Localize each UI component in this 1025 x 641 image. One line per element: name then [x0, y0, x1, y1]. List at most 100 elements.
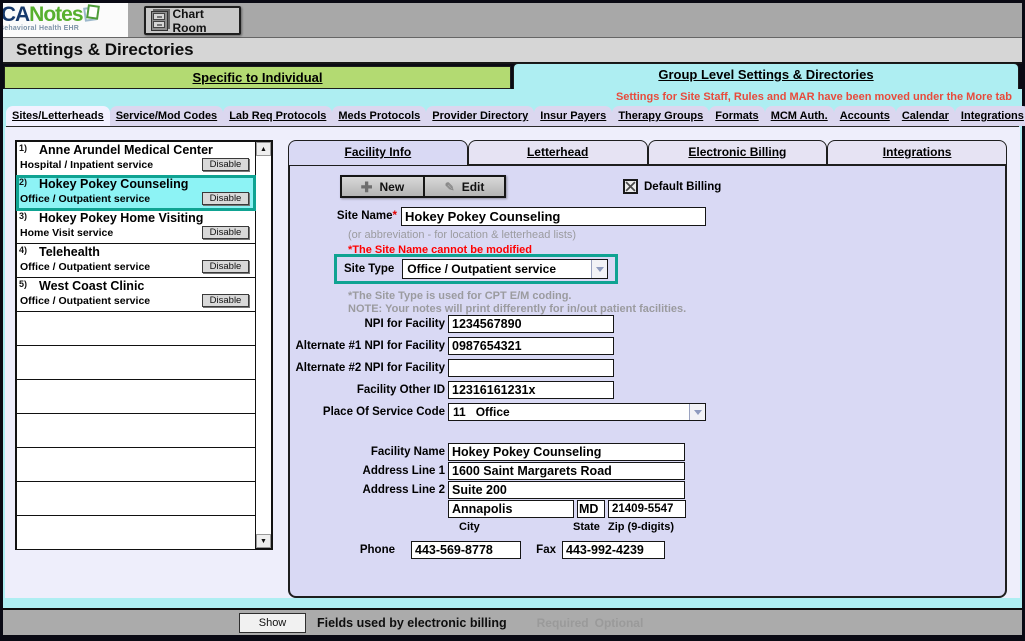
- disable-button[interactable]: Disable: [202, 226, 249, 239]
- site-name: Anne Arundel Medical Center: [39, 143, 213, 157]
- disable-button[interactable]: Disable: [202, 294, 249, 307]
- subtab-lab-req-protocols[interactable]: Lab Req Protocols: [223, 106, 332, 126]
- pos-code-dropdown[interactable]: 11 Office: [448, 403, 706, 421]
- site-type-highlight-box: Site Type Office / Outpatient service: [334, 254, 618, 284]
- default-billing-checkbox[interactable]: [623, 179, 638, 194]
- tab-integrations[interactable]: Integrations: [827, 140, 1007, 165]
- subtab-insur-payers[interactable]: Insur Payers: [534, 106, 612, 126]
- logo-text-ica: ICA: [3, 5, 29, 25]
- edit-button[interactable]: ✎Edit: [423, 177, 504, 196]
- subtab-meds-protocols[interactable]: Meds Protocols: [332, 106, 426, 126]
- state-input[interactable]: [577, 500, 605, 518]
- disable-button[interactable]: Disable: [202, 158, 249, 171]
- tab-electronic-billing[interactable]: Electronic Billing: [648, 140, 828, 165]
- show-button[interactable]: Show: [239, 613, 306, 633]
- optional-legend: Optional: [595, 616, 644, 630]
- phone-input[interactable]: [411, 541, 521, 559]
- default-billing-label: Default Billing: [644, 181, 721, 193]
- empty-site-row[interactable]: [17, 346, 255, 380]
- subtab-calendar[interactable]: Calendar: [896, 106, 955, 126]
- alt2-npi-input[interactable]: [448, 359, 614, 377]
- site-name: West Coast Clinic: [39, 279, 144, 293]
- facility-info-panel: ✚New ✎Edit Default Billing Site Name* (o…: [288, 164, 1007, 598]
- site-number: 3): [19, 211, 27, 221]
- tab-group-level-settings-label: Group Level Settings & Directories: [658, 67, 873, 82]
- subtab-service-mod-codes[interactable]: Service/Mod Codes: [110, 106, 223, 126]
- empty-site-row[interactable]: [17, 448, 255, 482]
- billing-fields-caption: Fields used by electronic billing: [317, 616, 507, 630]
- site-list-item-2-selected[interactable]: 2)Hokey Pokey Counseling Office / Outpat…: [17, 176, 255, 210]
- site-number: 1): [19, 143, 27, 153]
- address2-input[interactable]: [448, 481, 685, 499]
- site-list-scrollbar[interactable]: ▲ ▼: [255, 142, 271, 548]
- other-id-input[interactable]: [448, 381, 614, 399]
- disable-button[interactable]: Disable: [202, 192, 249, 205]
- site-type-value: Office / Outpatient service: [403, 262, 591, 276]
- documents-icon: [84, 5, 100, 22]
- zip-input[interactable]: [608, 500, 686, 518]
- empty-site-row[interactable]: [17, 482, 255, 516]
- empty-site-row[interactable]: [17, 312, 255, 346]
- chart-room-button[interactable]: Chart Room: [144, 6, 241, 35]
- subtab-formats[interactable]: Formats: [709, 106, 764, 126]
- chevron-down-icon[interactable]: [689, 404, 705, 420]
- subtab-provider-directory[interactable]: Provider Directory: [426, 106, 534, 126]
- empty-site-row[interactable]: [17, 414, 255, 448]
- site-number: 5): [19, 279, 27, 289]
- site-name: Hokey Pokey Home Visiting: [39, 211, 203, 225]
- site-service: Office / Outpatient service: [20, 261, 150, 273]
- chevron-down-icon[interactable]: [591, 260, 607, 278]
- sites-letterheads-page: 1)Anne Arundel Medical Center Hospital /…: [5, 127, 1020, 598]
- subtab-integrations[interactable]: Integrations: [955, 106, 1025, 126]
- facility-name-input[interactable]: [448, 443, 685, 461]
- subtab-therapy-groups[interactable]: Therapy Groups: [612, 106, 709, 126]
- subtab-mcm-auth[interactable]: MCM Auth.: [765, 106, 834, 126]
- site-list-item-1[interactable]: 1)Anne Arundel Medical Center Hospital /…: [17, 142, 255, 176]
- site-type-dropdown[interactable]: Office / Outpatient service: [402, 259, 608, 279]
- fax-label: Fax: [530, 544, 556, 556]
- disable-button[interactable]: Disable: [202, 260, 249, 273]
- subtab-strip: Sites/Letterheads Service/Mod Codes Lab …: [6, 104, 1019, 127]
- site-list-item-4[interactable]: 4)Telehealth Office / Outpatient service…: [17, 244, 255, 278]
- site-list-item-3[interactable]: 3)Hokey Pokey Home Visiting Home Visit s…: [17, 210, 255, 244]
- npi-input[interactable]: [448, 315, 614, 333]
- site-number: 2): [19, 177, 27, 187]
- facility-panel-tabs: Facility Info Letterhead Electronic Bill…: [288, 140, 1007, 165]
- tab-group-level-settings[interactable]: Group Level Settings & Directories: [513, 63, 1019, 90]
- tab-specific-to-individual[interactable]: Specific to Individual: [4, 66, 511, 89]
- site-name-input[interactable]: [401, 207, 706, 226]
- subtab-accounts[interactable]: Accounts: [834, 106, 896, 126]
- icanotes-logo: ICANotes Behavioral Health EHR: [3, 3, 128, 37]
- city-input[interactable]: [448, 500, 574, 518]
- tab-letterhead[interactable]: Letterhead: [468, 140, 648, 165]
- site-type-hint-2: NOTE: Your notes will print differently …: [348, 303, 686, 315]
- new-button-label: New: [380, 180, 405, 194]
- subtab-sites-letterheads[interactable]: Sites/Letterheads: [6, 106, 110, 126]
- site-list: 1)Anne Arundel Medical Center Hospital /…: [15, 140, 273, 550]
- new-button[interactable]: ✚New: [342, 177, 423, 196]
- state-sublabel: State: [573, 521, 600, 533]
- tab-specific-to-individual-label: Specific to Individual: [192, 70, 322, 85]
- site-name: Hokey Pokey Counseling: [39, 177, 188, 191]
- empty-site-row[interactable]: [17, 380, 255, 414]
- site-list-item-5[interactable]: 5)West Coast Clinic Office / Outpatient …: [17, 278, 255, 312]
- scroll-up-arrow[interactable]: ▲: [256, 142, 271, 156]
- address2-label: Address Line 2: [290, 484, 445, 496]
- empty-site-row[interactable]: [17, 516, 255, 550]
- moved-settings-notice: Settings for Site Staff, Rules and MAR h…: [616, 91, 1012, 103]
- default-billing-field: Default Billing: [623, 179, 721, 194]
- site-number: 4): [19, 245, 27, 255]
- title-bar: Settings & Directories: [3, 38, 1022, 64]
- fax-input[interactable]: [562, 541, 665, 559]
- alt2-npi-label: Alternate #2 NPI for Facility: [290, 362, 445, 374]
- site-type-label: Site Type: [344, 263, 394, 275]
- tab-facility-info[interactable]: Facility Info: [288, 140, 468, 165]
- site-type-hint-1: *The Site Type is used for CPT E/M codin…: [348, 290, 572, 302]
- site-name-label: Site Name*: [290, 210, 397, 222]
- address1-input[interactable]: [448, 462, 685, 480]
- app-window: ICANotes Behavioral Health EHR Chart Roo…: [0, 0, 1025, 641]
- required-legend: Required: [537, 616, 589, 630]
- scroll-down-arrow[interactable]: ▼: [256, 534, 271, 548]
- pos-code-value: 11 Office: [449, 405, 689, 419]
- alt1-npi-input[interactable]: [448, 337, 614, 355]
